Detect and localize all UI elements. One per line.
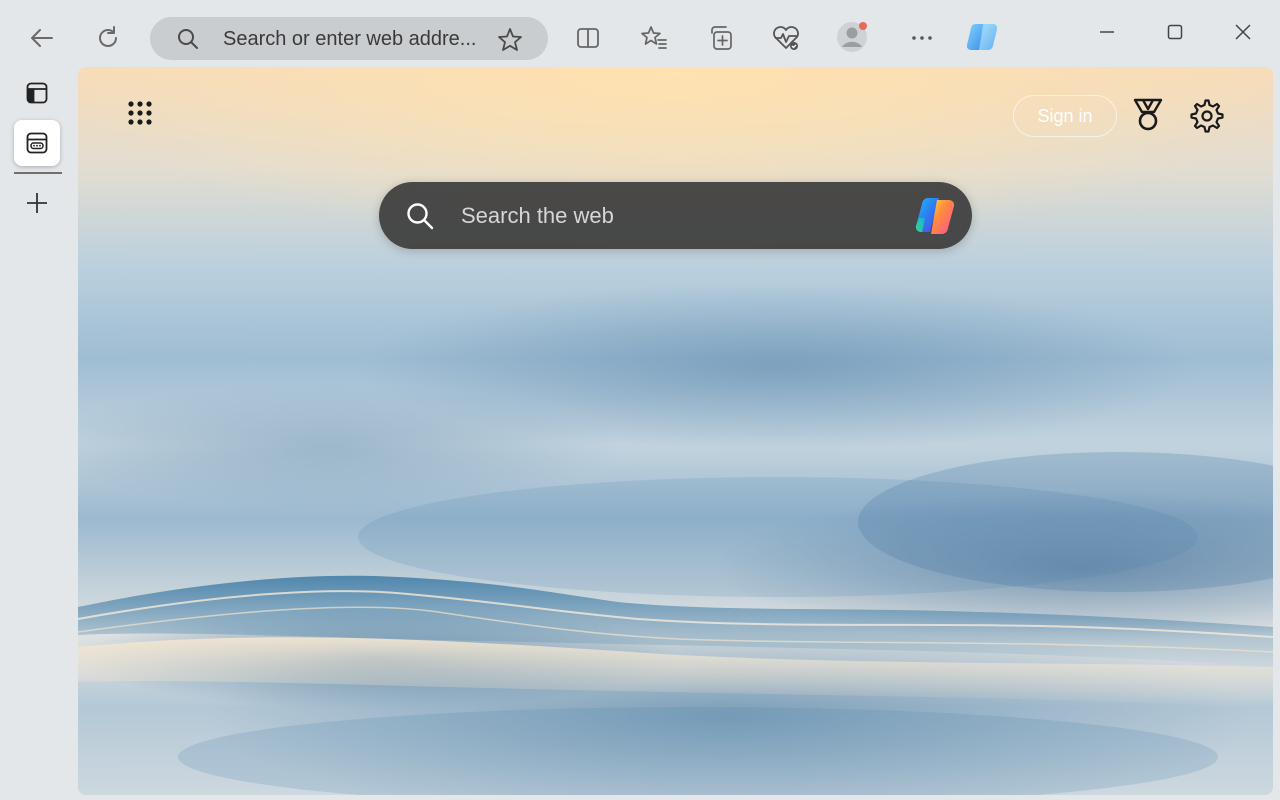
new-tab-page: Sign in Search the web bbox=[78, 67, 1273, 795]
collections-button[interactable] bbox=[700, 18, 740, 58]
background-image bbox=[78, 452, 1273, 795]
address-bar[interactable]: Search or enter web addre... bbox=[150, 17, 548, 60]
profile-button[interactable] bbox=[832, 17, 872, 57]
maximize-icon bbox=[1167, 24, 1183, 40]
browser-essentials-button[interactable] bbox=[766, 18, 806, 58]
split-screen-icon bbox=[577, 28, 599, 48]
app-launcher-icon[interactable] bbox=[126, 99, 160, 133]
web-search-box[interactable]: Search the web bbox=[379, 182, 972, 249]
collections-icon bbox=[711, 26, 732, 50]
copilot-icon[interactable] bbox=[913, 194, 959, 238]
favorites-button[interactable] bbox=[634, 18, 674, 58]
more-button[interactable] bbox=[902, 18, 942, 58]
favorites-icon bbox=[641, 26, 667, 49]
refresh-button[interactable] bbox=[88, 18, 128, 58]
maximize-button[interactable] bbox=[1153, 10, 1197, 54]
sign-in-button[interactable]: Sign in bbox=[1013, 95, 1117, 137]
tab-actions-icon bbox=[26, 82, 48, 104]
minimize-icon bbox=[1100, 31, 1114, 33]
gear-icon[interactable] bbox=[1190, 99, 1224, 133]
web-search-input[interactable]: Search the web bbox=[461, 203, 614, 229]
new-tab-button[interactable] bbox=[14, 180, 60, 226]
search-icon bbox=[178, 29, 198, 49]
new-tab-page-icon bbox=[26, 132, 48, 154]
profile-icon bbox=[837, 22, 867, 52]
ellipsis-icon bbox=[912, 36, 932, 40]
address-input[interactable]: Search or enter web addre... bbox=[223, 28, 485, 51]
rewards-medal-icon[interactable] bbox=[1130, 97, 1166, 133]
browser-toolbar: Search or enter web addre... bbox=[0, 0, 1280, 76]
vertical-tab-strip bbox=[0, 68, 76, 800]
tab-divider bbox=[14, 172, 62, 174]
browser-essentials-icon bbox=[773, 26, 799, 50]
tab-actions-button[interactable] bbox=[14, 70, 60, 116]
minimize-button[interactable] bbox=[1085, 10, 1129, 54]
arrow-left-icon bbox=[31, 29, 53, 47]
close-button[interactable] bbox=[1221, 10, 1265, 54]
browser-window: Search or enter web addre... Sign in Sea… bbox=[0, 0, 1280, 800]
plus-icon bbox=[27, 193, 47, 213]
copilot-icon bbox=[966, 23, 998, 51]
refresh-icon bbox=[99, 26, 117, 47]
search-icon bbox=[407, 203, 434, 230]
split-screen-button[interactable] bbox=[568, 18, 608, 58]
tab-new-tab-page[interactable] bbox=[14, 120, 60, 166]
star-icon[interactable] bbox=[496, 26, 524, 54]
close-icon bbox=[1235, 24, 1251, 40]
copilot-button[interactable] bbox=[964, 17, 1004, 57]
back-button[interactable] bbox=[22, 18, 62, 58]
